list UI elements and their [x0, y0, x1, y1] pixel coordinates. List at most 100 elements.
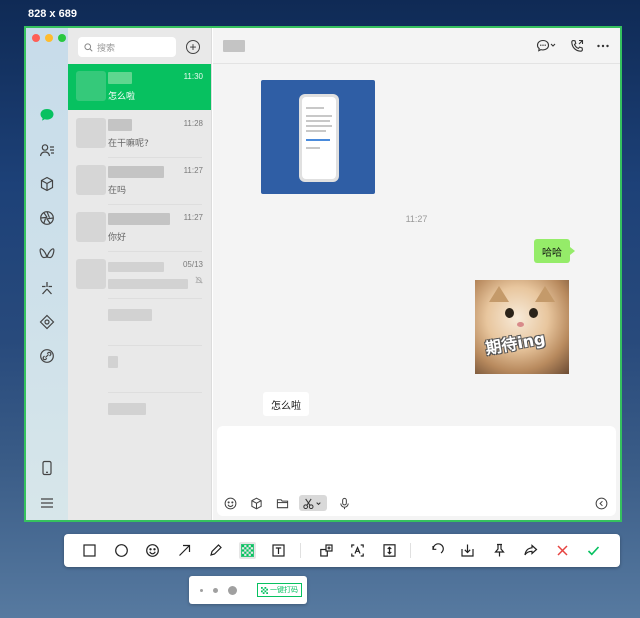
phone-screenshot-thumbnail — [299, 94, 339, 182]
brush-size-medium[interactable] — [213, 588, 218, 593]
undo-icon[interactable] — [428, 542, 445, 559]
chat-list-item[interactable]: 11:28 在干嘛呢? — [68, 111, 211, 157]
brush-size-small[interactable] — [200, 589, 203, 592]
favorites-box-icon[interactable] — [37, 174, 57, 194]
chat-list-item[interactable]: 11:27 你好 — [68, 205, 211, 251]
contact-name-redacted — [108, 213, 170, 225]
close-window-button[interactable] — [32, 34, 40, 42]
add-chat-button[interactable]: + — [186, 40, 200, 54]
chat-time: 11:28 — [183, 119, 203, 128]
chat-time: 11:27 — [183, 213, 203, 222]
chat-preview: 在吗 — [108, 186, 127, 196]
search-link-icon[interactable] — [37, 346, 57, 366]
chat-time: 11:30 — [183, 72, 203, 81]
sticker-caption: 期待ing — [484, 328, 547, 359]
chat-time: 05/13 — [182, 260, 203, 269]
chat-preview: 在干嘛呢? — [108, 139, 149, 149]
one-click-mosaic-label: 一键打码 — [270, 586, 298, 594]
more-icon[interactable] — [596, 39, 610, 53]
toolbar-divider — [300, 543, 301, 558]
mosaic-options-toolbar: 一键打码 — [189, 576, 307, 604]
chat-options-icon[interactable] — [534, 39, 558, 53]
wechat-window: 搜索 + 11:30 怎么啦 11:28 在干嘛呢? 11:27 在吗 11:2… — [24, 26, 622, 522]
discover-sparkle-icon[interactable] — [37, 278, 57, 298]
microphone-icon[interactable] — [337, 496, 351, 510]
menu-hamburger-icon[interactable] — [37, 493, 57, 513]
minimize-window-button[interactable] — [45, 34, 53, 42]
toolbar-divider — [410, 543, 411, 558]
avatar — [76, 118, 106, 148]
chat-list-item[interactable]: 05/13 — [68, 252, 211, 298]
text-tool-icon[interactable] — [270, 542, 287, 559]
contact-name-redacted — [108, 403, 146, 415]
screenshot-toolbar — [64, 534, 620, 567]
emoji-icon[interactable] — [223, 496, 237, 510]
rectangle-tool-icon[interactable] — [81, 542, 98, 559]
mosaic-icon — [261, 586, 268, 594]
chat-preview-redacted — [108, 279, 188, 289]
cancel-close-icon[interactable] — [554, 542, 571, 559]
contact-name-redacted — [108, 119, 132, 131]
folder-icon[interactable] — [275, 496, 289, 510]
avatar — [76, 165, 106, 195]
favorites-box-icon[interactable] — [249, 496, 263, 510]
pin-icon[interactable] — [491, 542, 508, 559]
screen-size-label: 828 x 689 — [28, 8, 77, 20]
one-click-mosaic-button[interactable]: 一键打码 — [257, 583, 302, 597]
incoming-message-bubble[interactable]: 怎么啦 — [263, 392, 309, 416]
mute-bell-icon — [195, 276, 203, 286]
pin-window-tool-icon[interactable] — [318, 542, 335, 559]
call-icon[interactable] — [570, 39, 584, 53]
ellipse-tool-icon[interactable] — [113, 542, 130, 559]
chat-list-item[interactable] — [68, 346, 211, 392]
conversation-panel: 11:27 哈哈 期待ing 怎么啦 — [213, 28, 620, 520]
message-input-area[interactable] — [217, 426, 616, 516]
long-screenshot-tool-icon[interactable] — [381, 542, 398, 559]
share-forward-icon[interactable] — [522, 542, 539, 559]
send-voice-circle-icon[interactable] — [594, 496, 608, 510]
chat-list-item[interactable] — [68, 393, 211, 439]
avatar — [76, 212, 106, 242]
screenshot-scissors-button[interactable] — [299, 495, 327, 511]
channels-butterfly-icon[interactable] — [37, 243, 57, 263]
contact-name-redacted — [108, 166, 164, 178]
text-recognition-tool-icon[interactable] — [349, 542, 366, 559]
moments-aperture-icon[interactable] — [37, 208, 57, 228]
confirm-check-icon[interactable] — [585, 542, 602, 559]
contact-name-redacted — [108, 309, 152, 321]
cat-sticker-message[interactable]: 期待ing — [475, 280, 569, 374]
avatar — [76, 71, 106, 101]
search-icon — [84, 42, 93, 52]
search-input[interactable]: 搜索 — [78, 37, 176, 57]
avatar — [76, 259, 106, 289]
mini-programs-icon[interactable] — [37, 312, 57, 332]
contacts-nav-icon[interactable] — [37, 140, 57, 160]
contact-name-redacted — [108, 262, 164, 272]
chat-list-panel: 搜索 + 11:30 怎么啦 11:28 在干嘛呢? 11:27 在吗 11:2… — [68, 28, 212, 520]
chat-time: 11:27 — [183, 166, 203, 175]
download-icon[interactable] — [459, 542, 476, 559]
maximize-window-button[interactable] — [58, 34, 66, 42]
arrow-tool-icon[interactable] — [176, 542, 193, 559]
mosaic-tool-icon[interactable] — [239, 542, 256, 559]
contact-name-redacted — [108, 356, 118, 368]
chat-preview: 你好 — [108, 233, 127, 243]
window-controls — [32, 34, 66, 42]
chat-header — [213, 28, 620, 64]
pen-tool-icon[interactable] — [207, 542, 224, 559]
chat-list-item[interactable]: 11:27 在吗 — [68, 158, 211, 204]
chat-list-item[interactable]: 11:30 怎么啦 — [68, 64, 211, 110]
contact-name-redacted — [108, 72, 132, 84]
phone-device-icon[interactable] — [37, 458, 57, 478]
chat-title-redacted — [223, 40, 245, 52]
emoji-sticker-tool-icon[interactable] — [144, 542, 161, 559]
outgoing-message-bubble[interactable]: 哈哈 — [534, 239, 575, 263]
chat-preview: 怎么啦 — [108, 92, 136, 102]
brush-size-large[interactable] — [228, 586, 237, 595]
search-placeholder: 搜索 — [97, 43, 116, 54]
nav-sidebar — [26, 28, 68, 520]
chat-list-item[interactable] — [68, 299, 211, 345]
chat-nav-icon[interactable] — [37, 105, 57, 125]
image-message[interactable] — [261, 80, 375, 194]
time-divider: 11:27 — [405, 214, 428, 224]
